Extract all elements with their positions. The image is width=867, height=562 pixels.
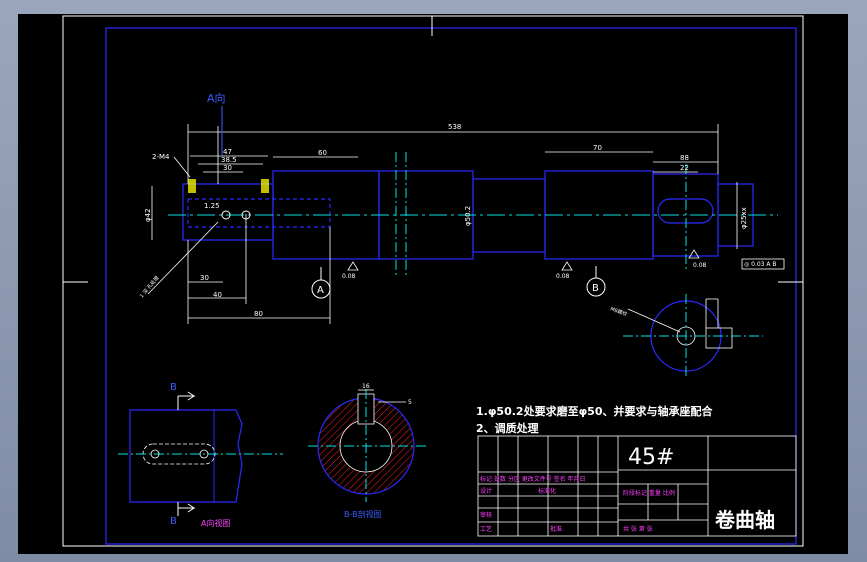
end-view-right: [623, 294, 763, 379]
bb-dim-16: 16: [362, 383, 370, 390]
drawing-canvas[interactable]: 538 47 38.5 30 60 70 88 22 1.25 30 40 80…: [18, 14, 848, 554]
dim-22: 22: [680, 164, 689, 172]
view-label-a: A向: [207, 91, 226, 105]
b-marker-bottom: B: [170, 516, 177, 527]
tapped-hole-left: [188, 179, 196, 193]
tb-row-1: 标记 处数 分区 更改文件号 签名 年月日: [480, 475, 586, 483]
dim-40: 40: [213, 291, 222, 299]
dim-1-25: 1.25: [204, 202, 220, 210]
dim-phi25: φ25xx: [740, 207, 748, 229]
tb-design: 设计: [480, 487, 492, 495]
material: 45#: [628, 445, 674, 470]
dim-overall: 538: [448, 123, 461, 131]
marker-a: A: [317, 285, 324, 296]
tb-sheets: 共 张 第 张: [623, 525, 653, 533]
tb-stage: 阶段标记 重量 比例: [623, 489, 675, 497]
note-hole-depth: 1 深 孔处理: [138, 275, 160, 300]
tb-standard: 标准化: [538, 487, 556, 495]
a-direction-view: [118, 391, 283, 516]
app-window: 538 47 38.5 30 60 70 88 22 1.25 30 40 80…: [0, 0, 867, 562]
dimension-lines: [147, 124, 738, 324]
sheet-inner-frame: [105, 27, 797, 545]
dim-phi42: φ42: [144, 208, 152, 222]
roughness-3: 0.08: [693, 262, 707, 269]
cad-drawing: 538 47 38.5 30 60 70 88 22 1.25 30 40 80…: [62, 15, 804, 547]
marker-b: B: [592, 283, 599, 294]
geometric-tolerance: ◎ 0.03 A B: [744, 261, 777, 268]
dim-70: 70: [593, 144, 602, 152]
dim-phi50-2: φ50.2: [464, 206, 472, 226]
a-view-caption: A向视图: [201, 518, 230, 528]
dim-60: 60: [318, 149, 327, 157]
roughness-2: 0.08: [556, 273, 570, 280]
note-2-m4: 2-M4: [152, 153, 170, 161]
dim-30: 30: [200, 274, 209, 282]
dim-47: 47: [223, 148, 232, 156]
bb-section-caption: B-B剖视图: [344, 509, 382, 519]
b-marker-top: B: [170, 382, 177, 393]
bb-dim-5: 5: [408, 399, 412, 406]
note-line-2: 2、调质处理: [476, 421, 539, 435]
dim-38-5: 38.5: [221, 156, 237, 164]
dim-80: 80: [254, 310, 263, 318]
note-line-1: 1.φ50.2处要求磨至φ50、并要求与轴承座配合: [476, 404, 713, 418]
sheet-outer-border: [62, 15, 804, 547]
roughness-symbols: [347, 249, 700, 271]
tb-check: 审核: [480, 511, 492, 519]
dim-30-top: 30: [223, 164, 232, 172]
tb-approve: 批准: [550, 525, 562, 533]
note-m8: M8螺纹: [609, 305, 628, 318]
tapped-hole-right: [261, 179, 269, 193]
dim-88: 88: [680, 154, 689, 162]
roughness-1: 0.08: [342, 273, 356, 280]
part-name: 卷曲轴: [715, 508, 775, 532]
tb-process: 工艺: [480, 525, 492, 533]
